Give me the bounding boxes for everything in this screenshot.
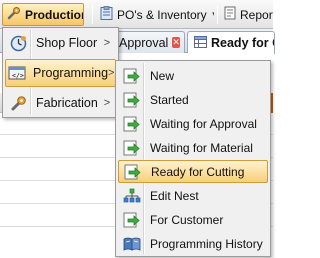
main-toolbar: Production ▼ PO's & Inventory ▼ Reports <box>0 0 273 29</box>
close-icon[interactable]: ✕ <box>172 37 180 48</box>
menu-item-label: Programming <box>33 66 109 80</box>
toolbar-separator <box>217 5 218 24</box>
toolbar-separator <box>92 5 93 24</box>
submenu-item-label: Waiting for Approval <box>150 116 257 131</box>
svg-text:</>: </> <box>12 72 24 80</box>
submenu-item-label: Programming History <box>150 236 263 251</box>
submenu-item-waiting-for-approval[interactable]: Waiting for Approval <box>118 112 268 135</box>
submenu-item-programming-history[interactable]: Programming History <box>118 232 268 255</box>
green-arrow-doc-icon <box>122 91 142 109</box>
submenu-item-label: New <box>150 68 175 83</box>
green-arrow-doc-icon <box>122 211 142 229</box>
reports-menu-button[interactable]: Reports <box>220 3 273 26</box>
book-icon <box>122 235 142 253</box>
report-icon <box>224 6 236 23</box>
clipboard-icon <box>100 6 113 23</box>
wrench-icon <box>7 94 29 112</box>
production-menu-button[interactable]: Production ▼ <box>2 3 84 26</box>
green-arrow-doc-icon <box>122 115 142 133</box>
menu-item-label: Fabrication <box>36 96 98 110</box>
submenu-item-waiting-for-material[interactable]: Waiting for Material <box>118 136 268 159</box>
tab-label: Approval <box>119 35 169 50</box>
nest-tree-icon <box>122 187 142 205</box>
submenu-item-ready-for-cutting[interactable]: Ready for Cutting <box>118 160 268 183</box>
chevron-right-icon: > <box>103 97 111 109</box>
menu-item-label: Shop Floor <box>36 36 98 50</box>
chevron-down-icon: ▼ <box>211 10 214 19</box>
menu-item-fabrication[interactable]: Fabrication > <box>5 89 116 117</box>
menu-item-shop-floor[interactable]: Shop Floor > <box>5 29 116 57</box>
submenu-item-label: Edit Nest <box>150 188 199 203</box>
table-icon <box>194 35 207 51</box>
submenu-item-new[interactable]: New <box>118 64 268 87</box>
menu-item-programming[interactable]: </> Programming > <box>5 59 116 87</box>
submenu-item-label: Started <box>150 92 189 107</box>
submenu-item-started[interactable]: Started <box>118 88 268 111</box>
tab-approval[interactable]: Approval ✕ <box>112 31 185 53</box>
tab-label: Ready for C <box>211 36 275 50</box>
green-arrow-doc-icon <box>122 67 142 85</box>
submenu-item-label: Waiting for Material <box>150 140 253 155</box>
green-arrow-doc-icon <box>122 139 142 157</box>
tab-ready-for-cutting[interactable]: Ready for C <box>187 31 275 54</box>
submenu-item-edit-nest[interactable]: Edit Nest <box>118 184 268 207</box>
green-arrow-doc-icon <box>123 163 143 181</box>
chevron-right-icon: > <box>108 67 115 79</box>
chevron-right-icon: > <box>103 37 111 49</box>
code-window-icon: </> <box>8 64 26 82</box>
submenu-item-for-customer[interactable]: For Customer <box>118 208 268 231</box>
clock-icon <box>7 34 29 52</box>
production-dropdown-menu: Shop Floor > </> Programming > Fabricati… <box>2 27 119 118</box>
programming-submenu: New Started Waiting for Approval Waiting… <box>115 60 271 257</box>
pos-inventory-menu-button[interactable]: PO's & Inventory ▼ <box>96 3 214 26</box>
pos-inventory-label: PO's & Inventory <box>117 7 207 22</box>
wrench-icon <box>7 6 21 23</box>
submenu-item-label: For Customer <box>150 212 224 227</box>
reports-label: Reports <box>240 7 273 22</box>
submenu-item-label: Ready for Cutting <box>151 164 245 179</box>
production-label: Production <box>25 7 84 22</box>
